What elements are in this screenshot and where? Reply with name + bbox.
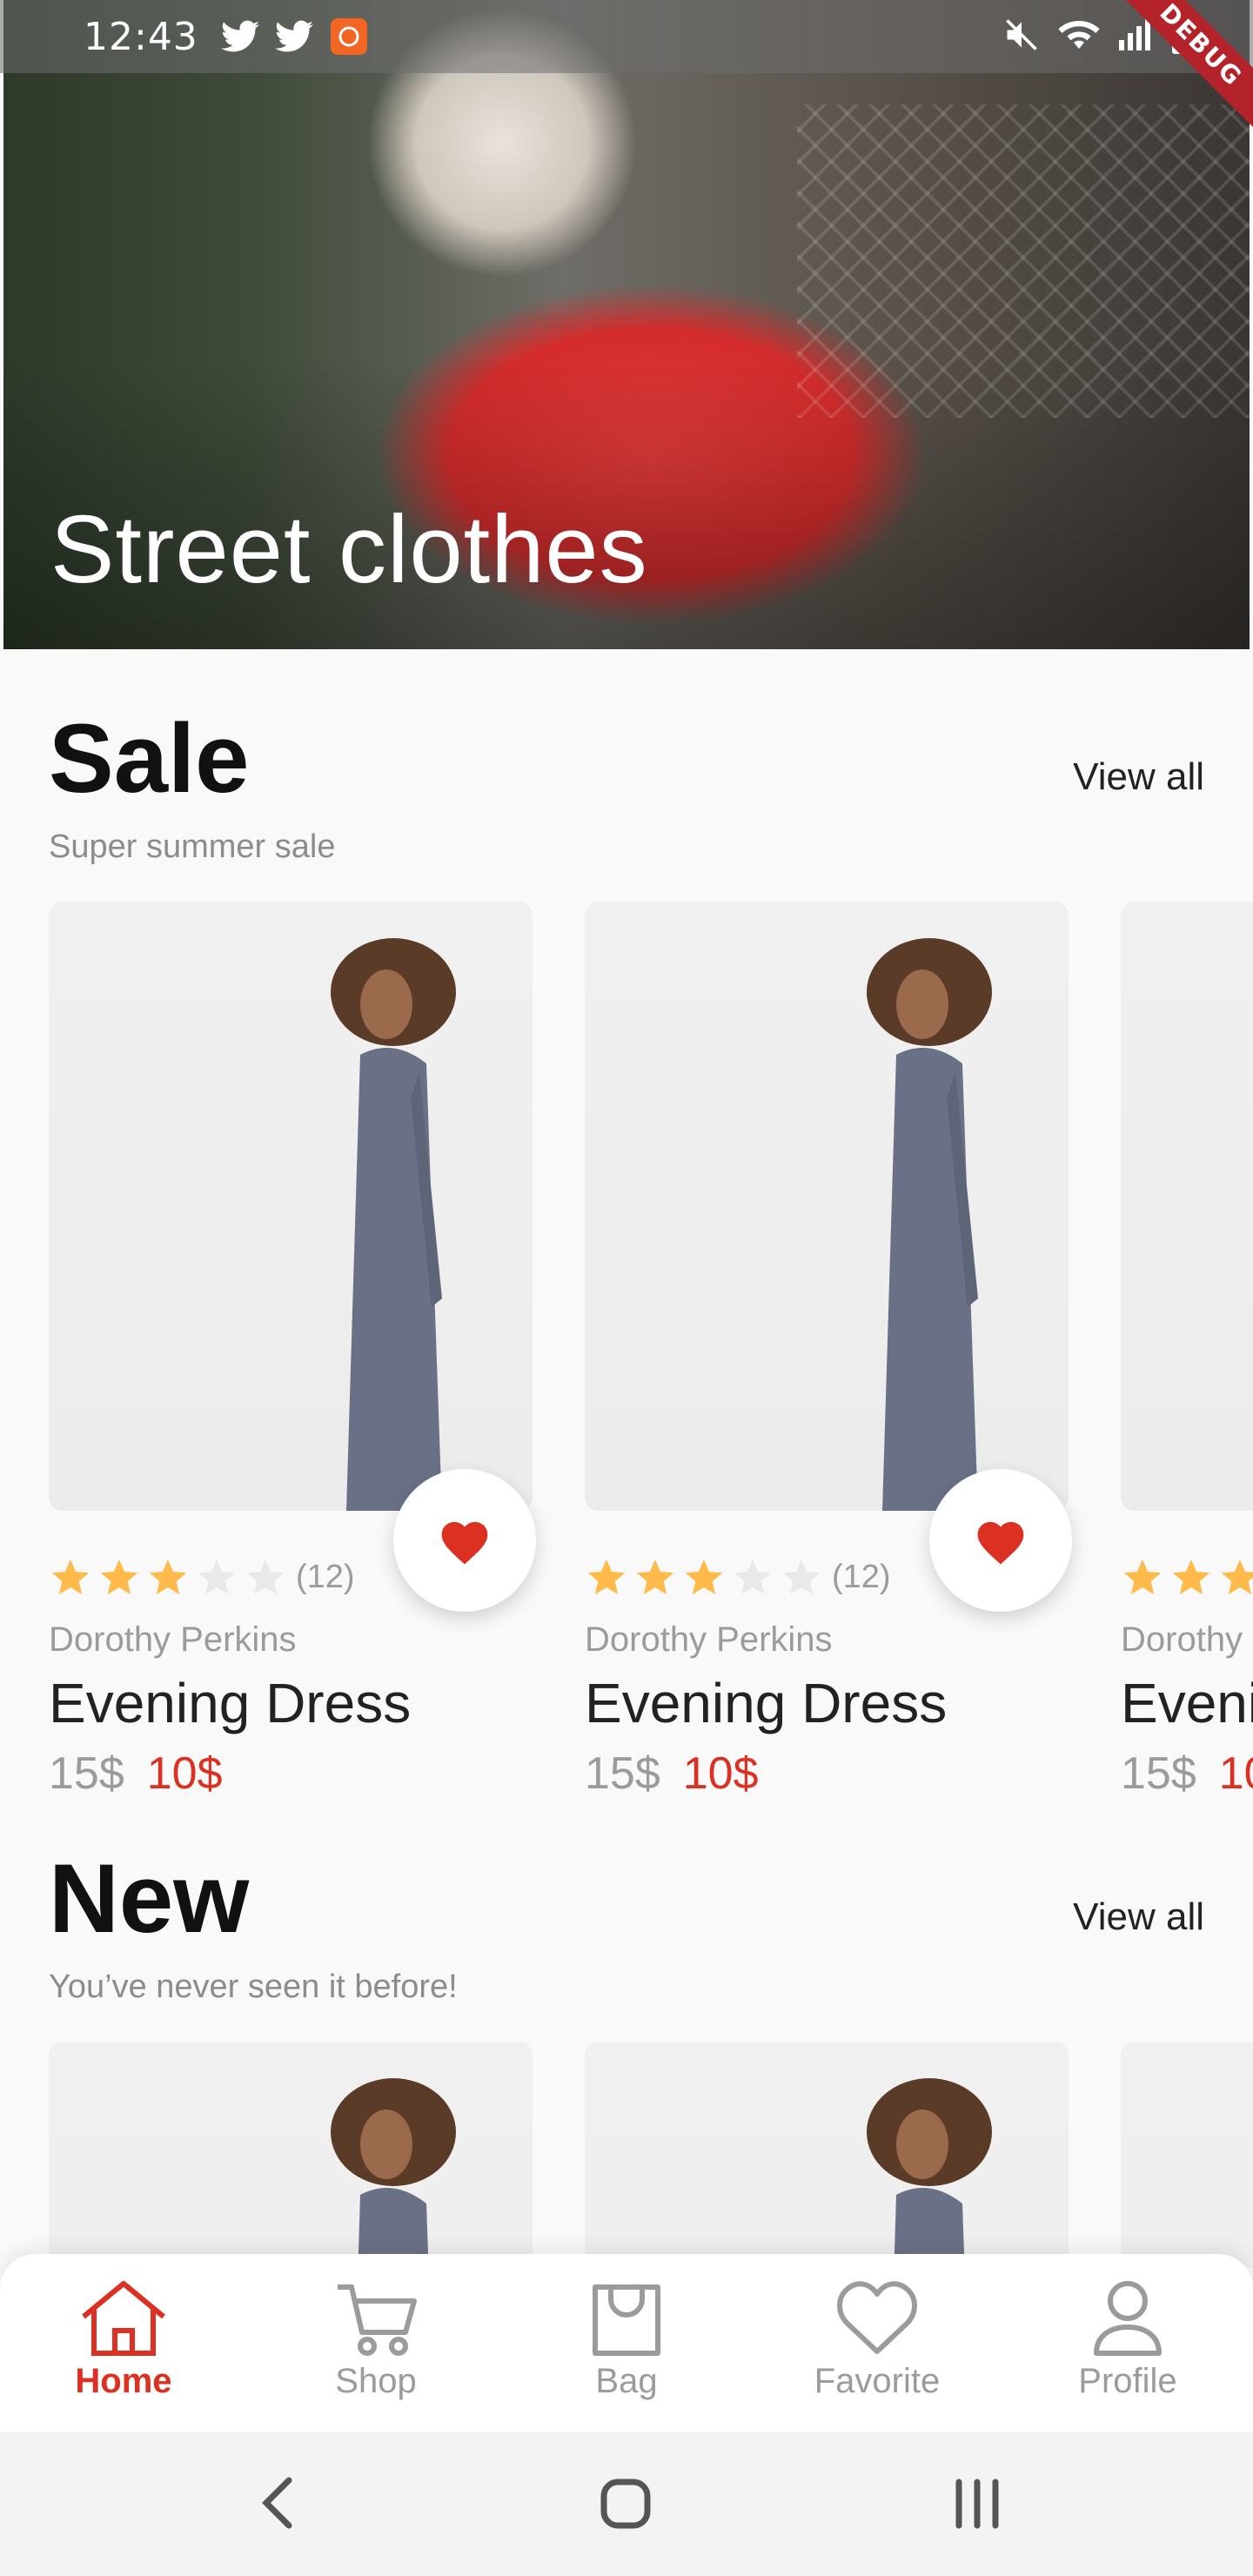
product-rating: (12) [585, 1556, 891, 1598]
twitter-icon [274, 20, 313, 52]
sale-section-header: Sale Super summer sale View all [49, 710, 1204, 866]
product-card[interactable] [49, 2042, 533, 2268]
nav-label-home: Home [75, 2362, 172, 2400]
back-icon[interactable] [258, 2475, 296, 2531]
sale-subtitle: Super summer sale [49, 828, 336, 865]
new-title: New [49, 1844, 250, 1953]
star-filled-icon [1123, 1560, 1162, 1594]
star-filled-icon [149, 1560, 187, 1594]
product-card[interactable] [1121, 2042, 1253, 2268]
product-name[interactable]: Evening Dress [1121, 1671, 1253, 1735]
old-price: 15$ [585, 1748, 660, 1798]
star-filled-icon [636, 1560, 674, 1594]
model-figure [331, 938, 456, 1511]
new-products-row[interactable] [49, 2042, 1253, 2268]
product-brand: Dorothy Perkins [1121, 1620, 1253, 1659]
product-card[interactable]: Dorothy Perkins Evening Dress 15$ 10$ [1121, 902, 1253, 1798]
product-brand: Dorothy Perkins [49, 1620, 297, 1659]
product-rating [1121, 1556, 1253, 1598]
status-time: 12:43 [84, 14, 198, 59]
recent-apps-icon[interactable] [952, 2475, 1002, 2531]
nav-label-shop: Shop [335, 2362, 417, 2400]
star-empty-icon [198, 1560, 236, 1594]
nav-label-bag: Bag [595, 2362, 658, 2400]
signal-icon [1119, 19, 1150, 50]
nav-label-favorite: Favorite [814, 2362, 941, 2400]
sale-price: 10$ [1218, 1748, 1253, 1798]
old-price: 15$ [1121, 1748, 1196, 1798]
star-filled-icon [1172, 1560, 1210, 1594]
home-button-icon[interactable] [599, 2475, 653, 2531]
favorite-button[interactable] [393, 1469, 536, 1612]
heart-filled-icon [441, 1521, 488, 1565]
home-icon [82, 2281, 165, 2356]
app-screen: Street clothes 12:43 DEBUG Sale Super su… [0, 0, 1253, 2576]
new-section-header: New You’ve never seen it before! View al… [49, 1850, 1204, 2006]
status-left-icons [220, 17, 369, 57]
product-card[interactable] [585, 2042, 1069, 2268]
new-subtitle: You’ve never seen it before! [49, 1969, 458, 2005]
hero-banner[interactable]: Street clothes [3, 0, 1250, 649]
twitter-icon [220, 20, 259, 52]
star-filled-icon [100, 1560, 138, 1594]
product-image[interactable] [49, 902, 533, 1511]
review-count: (12) [832, 1558, 891, 1595]
nav-item-favorite[interactable]: Favorite [781, 2278, 973, 2401]
product-prices: 15$ 10$ [49, 1748, 223, 1798]
star-filled-icon [1221, 1560, 1253, 1594]
status-bar: 12:43 [0, 0, 1253, 73]
star-empty-icon [246, 1560, 285, 1594]
sale-price: 10$ [146, 1748, 223, 1798]
star-filled-icon [587, 1560, 626, 1594]
sale-title: Sale [49, 704, 250, 813]
cart-icon [338, 2284, 417, 2356]
product-image[interactable] [1121, 902, 1253, 1511]
star-filled-icon [51, 1560, 90, 1594]
product-brand: Dorothy Perkins [585, 1620, 833, 1659]
product-name[interactable]: Evening Dress [585, 1671, 947, 1735]
star-filled-icon [685, 1560, 723, 1594]
product-image[interactable] [1121, 2042, 1253, 2268]
old-price: 15$ [49, 1748, 124, 1798]
product-rating: (12) [49, 1556, 355, 1598]
product-card[interactable]: (12) Dorothy Perkins Evening Dress 15$ 10… [49, 902, 536, 1798]
nav-label-profile: Profile [1078, 2362, 1177, 2400]
nav-item-profile[interactable]: Profile [1032, 2278, 1223, 2401]
heart-filled-icon [977, 1521, 1024, 1565]
bag-icon [593, 2284, 660, 2356]
bottom-navigation: Home Shop Bag Favorite Profile [0, 2254, 1253, 2432]
product-prices: 15$ 10$ [585, 1748, 759, 1798]
model-figure [867, 938, 992, 1511]
star-empty-icon [734, 1560, 772, 1594]
sale-price: 10$ [682, 1748, 759, 1798]
sale-view-all-link[interactable]: View all [1073, 755, 1204, 799]
nav-item-home[interactable]: Home [28, 2278, 219, 2401]
heart-icon [837, 2281, 917, 2354]
new-view-all-link[interactable]: View all [1073, 1895, 1204, 1939]
product-card[interactable]: (12) Dorothy Perkins Evening Dress 15$ 10… [585, 902, 1072, 1798]
favorite-button[interactable] [929, 1469, 1072, 1612]
product-name[interactable]: Evening Dress [49, 1671, 411, 1735]
star-empty-icon [782, 1560, 821, 1594]
product-image[interactable] [585, 2042, 1069, 2268]
app-notification-icon [330, 18, 367, 55]
product-image[interactable] [585, 902, 1069, 1511]
hero-title: Street clothes [50, 496, 648, 603]
sale-products-row[interactable]: (12) Dorothy Perkins Evening Dress 15$ 10… [49, 902, 1253, 1798]
product-image[interactable] [49, 2042, 533, 2268]
mute-icon [1006, 19, 1037, 50]
nav-item-shop[interactable]: Shop [280, 2278, 472, 2401]
system-navigation-bar [0, 2432, 1253, 2576]
profile-icon [1094, 2281, 1162, 2356]
wifi-icon [1058, 21, 1100, 49]
nav-item-bag[interactable]: Bag [531, 2278, 722, 2401]
product-prices: 15$ 10$ [1121, 1748, 1253, 1798]
model-figure [867, 2078, 992, 2268]
model-figure [331, 2078, 456, 2268]
review-count: (12) [296, 1558, 355, 1595]
